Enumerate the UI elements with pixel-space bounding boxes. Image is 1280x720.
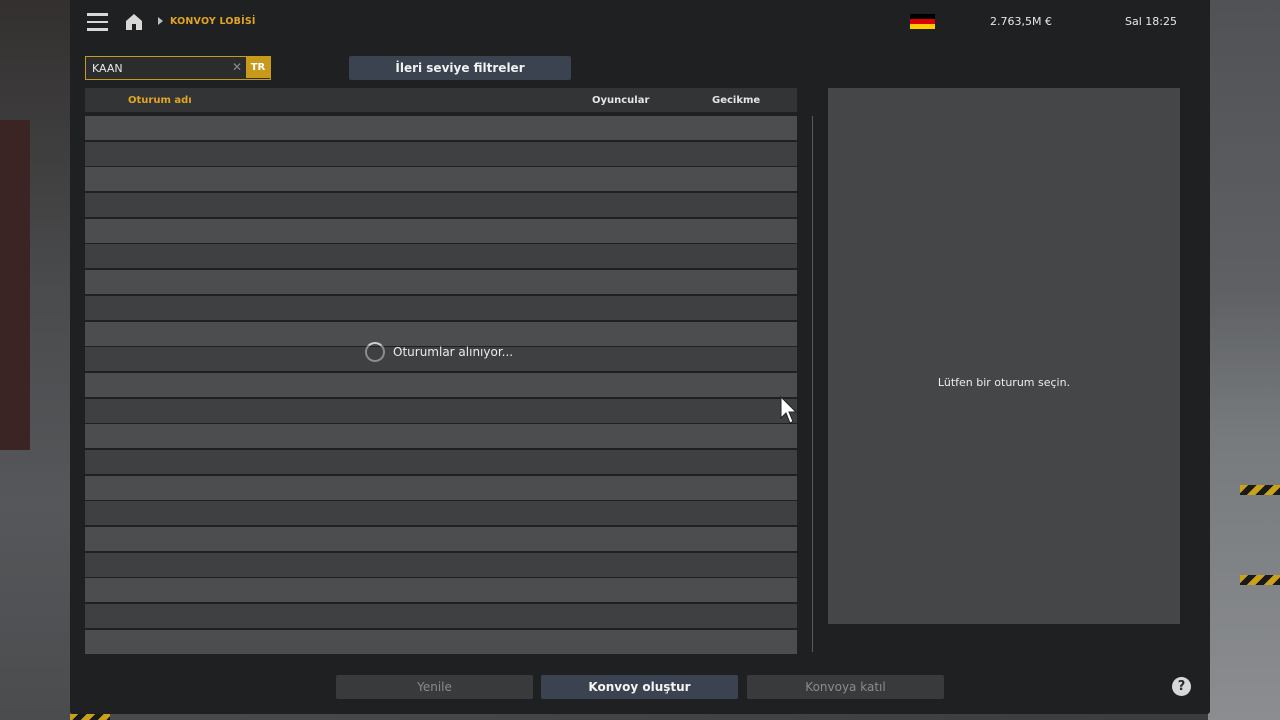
mouse-cursor-icon <box>780 396 798 424</box>
table-row[interactable] <box>85 578 797 603</box>
hazard-stripe <box>1240 575 1280 585</box>
table-row[interactable] <box>85 449 797 474</box>
breadcrumb-arrow-icon <box>158 17 163 25</box>
money-balance: 2.763,5M € <box>990 15 1052 28</box>
breadcrumb[interactable]: KONVOY LOBİSİ <box>170 16 256 27</box>
game-clock: Sal 18:25 <box>1125 15 1177 28</box>
table-row[interactable] <box>85 218 797 243</box>
refresh-button[interactable]: Yenile <box>336 675 533 699</box>
column-session-name[interactable]: Oturum adı <box>128 95 192 106</box>
session-table-header: Oturum adı Oyuncular Gecikme <box>85 88 797 112</box>
table-row[interactable] <box>85 629 797 654</box>
detail-placeholder-text: Lütfen bir oturum seçin. <box>937 376 1071 389</box>
help-icon[interactable]: ? <box>1172 677 1191 696</box>
table-row[interactable] <box>85 141 797 166</box>
menu-icon[interactable] <box>87 13 108 31</box>
language-filter-button[interactable]: TR <box>246 57 270 78</box>
table-row[interactable] <box>85 244 797 269</box>
column-players[interactable]: Oyuncular <box>592 95 649 106</box>
background-door <box>0 120 30 450</box>
table-row[interactable] <box>85 270 797 295</box>
scrollbar[interactable] <box>812 116 813 652</box>
search-box: ✕ TR <box>85 56 271 80</box>
advanced-filters-button[interactable]: İleri seviye filtreler <box>349 56 571 80</box>
session-list <box>85 116 797 655</box>
hazard-stripe <box>70 714 110 720</box>
table-row[interactable] <box>85 475 797 500</box>
create-convoy-button[interactable]: Konvoy oluştur <box>541 675 738 699</box>
table-row[interactable] <box>85 116 797 140</box>
home-icon[interactable] <box>124 12 144 32</box>
germany-flag-icon <box>910 14 935 29</box>
search-input[interactable] <box>92 60 222 76</box>
join-convoy-button[interactable]: Konvoya katıl <box>747 675 944 699</box>
table-row[interactable] <box>85 501 797 526</box>
table-row[interactable] <box>85 527 797 551</box>
table-row[interactable] <box>85 424 797 449</box>
table-row[interactable] <box>85 604 797 629</box>
background-left <box>0 0 70 720</box>
table-row[interactable] <box>85 372 797 397</box>
spinner-icon <box>365 342 385 362</box>
background-right <box>1208 0 1280 720</box>
table-row[interactable] <box>85 193 797 218</box>
loading-indicator: Oturumlar alınıyor... <box>365 340 513 364</box>
table-row[interactable] <box>85 398 797 423</box>
session-detail-panel: Lütfen bir oturum seçin. <box>828 88 1180 624</box>
table-row[interactable] <box>85 167 797 192</box>
table-row[interactable] <box>85 552 797 577</box>
loading-text: Oturumlar alınıyor... <box>393 345 514 359</box>
column-ping[interactable]: Gecikme <box>712 95 760 106</box>
hazard-stripe <box>1240 485 1280 495</box>
table-row[interactable] <box>85 295 797 320</box>
clear-search-icon[interactable]: ✕ <box>232 60 242 74</box>
